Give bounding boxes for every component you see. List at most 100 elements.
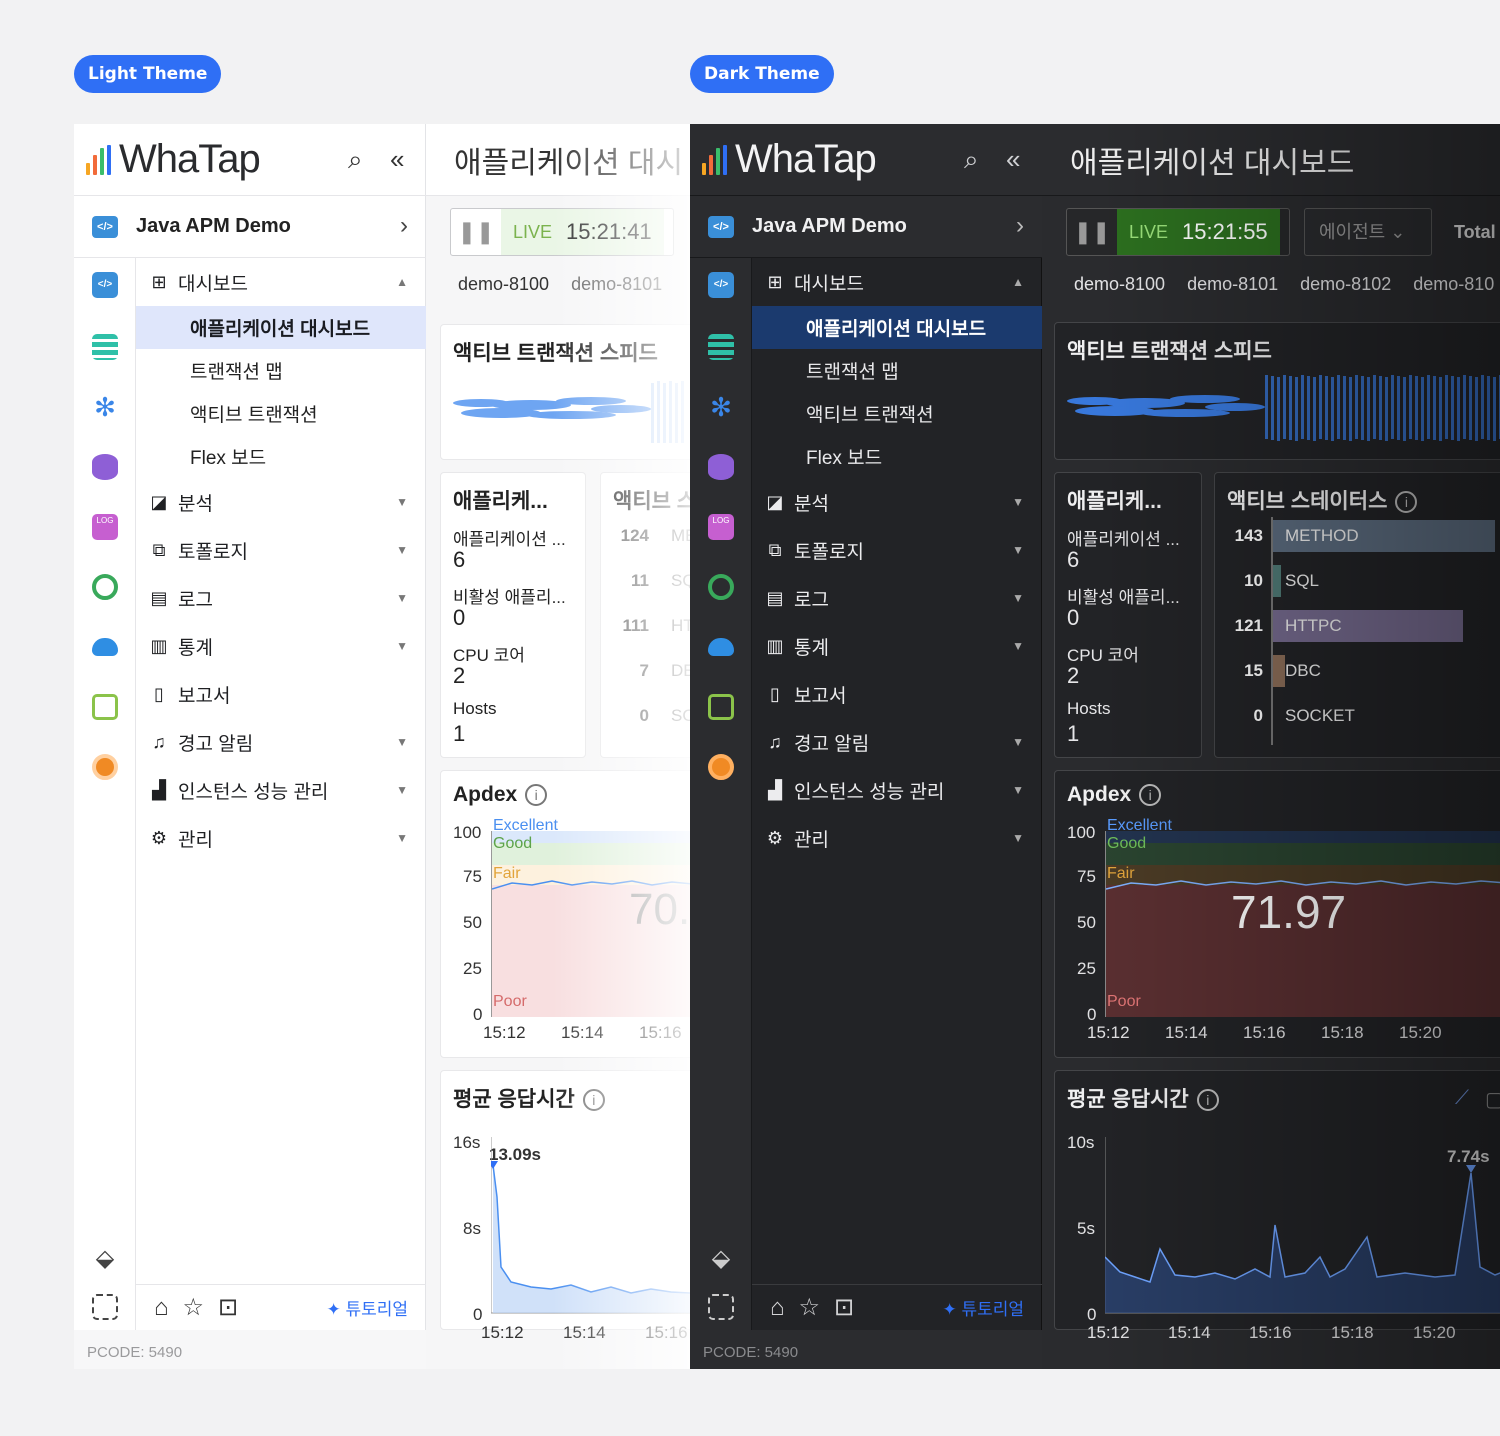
tab-demo-8101[interactable]: demo-8101 [571,274,662,295]
pause-icon[interactable]: ❚❚ [1067,219,1117,245]
card-title: 애플리케... [1067,490,1162,513]
broadcast-icon[interactable] [92,754,118,780]
collapse-icon[interactable]: « [390,144,404,175]
menu-log[interactable]: ▤ 로그 ▼ [136,574,426,622]
project-selector[interactable]: </> Java APM Demo › [690,196,1042,258]
menu-dashboard[interactable]: ⊞ 대시보드 ▲ [752,258,1042,306]
live-control[interactable]: ❚❚ LIVE 15:21:41 [450,208,674,256]
globe-icon[interactable] [92,574,118,600]
total-label[interactable]: Total [1454,222,1496,243]
info-icon[interactable]: i [582,1089,605,1112]
broadcast-icon[interactable] [708,754,734,780]
apm-icon[interactable]: </> [708,272,734,298]
menu-alert[interactable]: ♫ 경고 알림 ▼ [752,718,1042,766]
logo[interactable]: WhaTap [690,124,1042,196]
status-row: 0 SOCKET [1215,697,1500,735]
menu-alert[interactable]: ♫ 경고 알림 ▼ [136,718,426,766]
nav-menu: ⊞ 대시보드 ▲ 애플리케이션 대시보드 트랜잭션 맵 액티브 트랜잭션 Flex … [136,258,426,862]
pause-icon[interactable]: ❚❚ [451,219,501,245]
globe-icon[interactable] [708,574,734,600]
submenu-app-dashboard[interactable]: 애플리케이션 대시보드 [752,306,1042,349]
menu-log[interactable]: ▤ 로그 ▼ [752,574,1042,622]
status-label: METHOD [1285,526,1359,545]
database-icon[interactable] [708,454,734,480]
agent-select[interactable]: 에이전트 ⌄ [1304,208,1432,256]
line-chart-icon[interactable]: ⟋ [1455,1087,1469,1110]
menu-analysis[interactable]: ◪ 분석 ▼ [752,478,1042,526]
menu-admin[interactable]: ⚙ 관리 ▼ [752,814,1042,862]
topology-icon: ⧉ [768,539,782,560]
menu-stats[interactable]: ▥ 통계 ▼ [136,622,426,670]
kubernetes-icon[interactable]: ✻ [708,394,734,420]
menu-topology[interactable]: ⧉ 토폴로지 ▼ [752,526,1042,574]
status-row: 10 SQL [1215,562,1500,600]
search-icon[interactable]: ⌕ [348,144,363,176]
submenu-active-transaction[interactable]: 액티브 트랜잭션 [136,392,426,435]
cloud-icon[interactable] [708,638,734,656]
log-icon[interactable]: LOG [708,514,734,540]
menu-topology[interactable]: ⧉ 토폴로지 ▼ [136,526,426,574]
tab-demo-8103[interactable]: demo-810 [1413,274,1494,295]
status-count: 7 [639,661,649,680]
logo-icon [702,144,727,175]
menu-report[interactable]: ▯ 보고서 [136,670,426,718]
menu-report[interactable]: ▯ 보고서 [752,670,1042,718]
menu-analysis[interactable]: ◪ 분석 ▼ [136,478,426,526]
menu-dashboard[interactable]: ⊞ 대시보드 ▲ [136,258,426,306]
submenu-app-dashboard[interactable]: 애플리케이션 대시보드 [136,306,426,349]
search-doc-icon[interactable]: ⊡ [218,1293,238,1322]
menu-instance-perf[interactable]: ▟ 인스턴스 성능 관리 ▼ [752,766,1042,814]
live-control[interactable]: ❚❚ LIVE 15:21:55 [1066,208,1290,256]
chart-toggle-icon[interactable]: ▢ [1485,1087,1500,1112]
apm-icon[interactable]: </> [92,272,118,298]
star-icon[interactable]: ☆ [799,1293,821,1322]
status-label: DBC [1285,661,1321,680]
database-icon[interactable] [92,454,118,480]
paint-icon[interactable]: ⬙ [708,1244,734,1272]
apdex-card: Apdex i 100 75 50 25 0 Excellent Good Fai… [440,770,690,1058]
fullscreen-icon[interactable] [708,1294,734,1320]
home-icon[interactable]: ⌂ [770,1294,785,1322]
info-icon[interactable]: i [1395,491,1418,514]
project-selector[interactable]: </> Java APM Demo › [74,196,426,258]
browser-icon[interactable] [708,694,734,720]
menu-instance-perf[interactable]: ▟ 인스턴스 성능 관리 ▼ [136,766,426,814]
submenu-flex-board[interactable]: Flex 보드 [136,435,426,478]
y-tick: 100 [453,823,482,842]
star-icon[interactable]: ☆ [183,1293,205,1322]
paint-icon[interactable]: ⬙ [92,1244,118,1272]
tab-demo-8100[interactable]: demo-8100 [458,274,549,295]
response-title: 평균 응답시간 [453,1088,575,1111]
submenu-transaction-map[interactable]: 트랜잭션 맵 [752,349,1042,392]
info-icon[interactable]: i [525,784,548,807]
server-icon[interactable] [708,334,734,360]
apdex-title: Apdex [453,783,518,806]
server-icon[interactable] [92,334,118,360]
info-icon[interactable]: i [1196,1089,1219,1112]
log-icon[interactable]: LOG [92,514,118,540]
logo[interactable]: WhaTap [74,124,426,196]
chevron-right-icon: › [1016,212,1024,239]
menu-admin[interactable]: ⚙ 관리 ▼ [136,814,426,862]
menu-stats[interactable]: ▥ 통계 ▼ [752,622,1042,670]
info-icon[interactable]: i [1139,784,1162,807]
collapse-icon[interactable]: « [1006,144,1020,175]
kubernetes-icon[interactable]: ✻ [92,394,118,420]
speed-visual [1067,375,1500,441]
submenu-active-transaction[interactable]: 액티브 트랜잭션 [752,392,1042,435]
browser-icon[interactable] [92,694,118,720]
submenu-transaction-map[interactable]: 트랜잭션 맵 [136,349,426,392]
search-doc-icon[interactable]: ⊡ [834,1293,854,1322]
gear-icon: ⚙ [766,827,784,848]
tab-demo-8100[interactable]: demo-8100 [1074,274,1165,295]
cloud-icon[interactable] [92,638,118,656]
tutorial-link[interactable]: ✦ 튜토리얼 [942,1295,1024,1320]
search-icon[interactable]: ⌕ [964,144,979,176]
tutorial-link[interactable]: ✦ 튜토리얼 [326,1295,408,1320]
tab-demo-8101[interactable]: demo-8101 [1187,274,1278,295]
fullscreen-icon[interactable] [92,1294,118,1320]
stat-label: 애플리케이션 ... [453,530,566,549]
submenu-flex-board[interactable]: Flex 보드 [752,435,1042,478]
home-icon[interactable]: ⌂ [154,1294,169,1322]
tab-demo-8102[interactable]: demo-8102 [1300,274,1391,295]
